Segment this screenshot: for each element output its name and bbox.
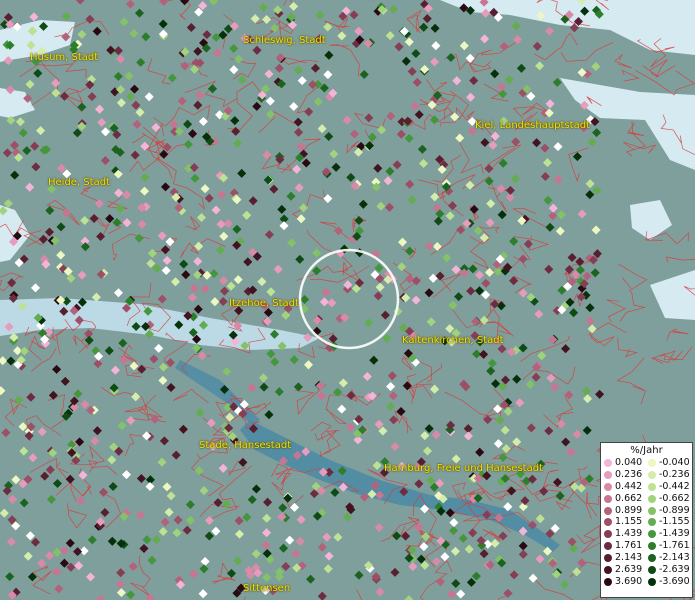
legend-item: 2.143 [604, 552, 648, 564]
legend-label: 3.690 [615, 575, 643, 587]
legend-label: -1.761 [659, 540, 690, 552]
legend-label: -2.639 [659, 564, 690, 576]
legend-item: -3.690 [648, 576, 692, 588]
legend-swatch [604, 530, 612, 539]
place-label-schleswig: Schleswig, Stadt [243, 35, 326, 46]
legend-item: 3.690 [604, 576, 648, 588]
legend-swatch [648, 565, 656, 574]
place-label-heide: Heide, Stadt [48, 177, 110, 188]
legend-item: -1.761 [648, 540, 692, 552]
selection-overlay [298, 248, 400, 350]
place-label-hamburg: Hamburg, Freie und Hansestadt [384, 463, 543, 474]
legend-swatch [648, 482, 656, 491]
legend-item: 0.442 [604, 481, 648, 493]
legend-label: 1.439 [615, 528, 643, 540]
legend-label: -0.899 [659, 504, 690, 516]
search-radius-circle [298, 248, 400, 350]
place-label-husum: Husum, Stadt [30, 52, 99, 63]
legend-positive-column: 0.040 0.236 0.442 0.662 0.899 1.155 1.439 1.761… [604, 457, 648, 588]
legend-label: 0.236 [615, 468, 643, 480]
legend-swatch [604, 494, 612, 503]
legend-swatch [604, 542, 612, 551]
legend-item: 1.439 [604, 528, 648, 540]
legend-swatch [648, 458, 656, 467]
legend-swatch [604, 565, 612, 574]
legend-swatch [604, 470, 612, 479]
legend-negative-column: -0.040 -0.236 -0.442 -0.662 -0.899 -1.155 -1.4… [648, 457, 692, 588]
legend-item: 0.662 [604, 493, 648, 505]
legend-item: -0.236 [648, 469, 692, 481]
legend: %/Jahr 0.040 0.236 0.442 0.662 0.899 1.155 1.4… [600, 442, 693, 598]
legend-label: -0.662 [659, 492, 690, 504]
legend-swatch [604, 482, 612, 491]
legend-label: 0.899 [615, 504, 643, 516]
legend-item: -0.442 [648, 481, 692, 493]
legend-item: -1.439 [648, 528, 692, 540]
legend-swatch [648, 470, 656, 479]
legend-label: -1.155 [659, 516, 690, 528]
legend-swatch [648, 494, 656, 503]
legend-label: -1.439 [659, 528, 690, 540]
place-label-kaltenkirchen: Kaltenkirchen, Stadt [402, 335, 504, 346]
legend-label: 2.639 [615, 564, 643, 576]
place-label-itzehoe: Itzehoe, Stadt [229, 298, 299, 309]
legend-label: 0.040 [615, 457, 643, 468]
legend-label: 0.442 [615, 480, 643, 492]
legend-title: %/Jahr [630, 445, 663, 456]
place-label-kiel: Kiel, Landeshauptstadt [475, 120, 590, 131]
legend-item: -0.040 [648, 457, 692, 469]
legend-swatch [604, 577, 612, 586]
legend-item: -0.899 [648, 505, 692, 517]
legend-swatch [604, 458, 612, 467]
legend-swatch [648, 506, 656, 515]
legend-swatch [648, 554, 656, 563]
legend-label: 1.761 [615, 540, 643, 552]
legend-item: 2.639 [604, 564, 648, 576]
place-label-stade: Stade, Hansestadt [199, 440, 292, 451]
legend-item: 0.236 [604, 469, 648, 481]
legend-swatch [604, 554, 612, 563]
legend-item: -2.639 [648, 564, 692, 576]
legend-item: -1.155 [648, 516, 692, 528]
legend-label: -0.040 [659, 457, 690, 468]
legend-item: 1.155 [604, 516, 648, 528]
legend-item: 0.040 [604, 457, 648, 469]
legend-swatch [604, 518, 612, 527]
legend-swatch [604, 506, 612, 515]
legend-swatch [648, 542, 656, 551]
legend-swatch [648, 518, 656, 527]
place-label-sittensen: Sittensen [243, 583, 291, 594]
map-view[interactable]: Husum, Stadt Schleswig, Stadt Kiel, Land… [0, 0, 695, 600]
legend-label: -3.690 [659, 575, 690, 587]
legend-item: 0.899 [604, 505, 648, 517]
legend-label: 2.143 [615, 552, 643, 564]
legend-item: -2.143 [648, 552, 692, 564]
legend-label: -0.442 [659, 480, 690, 492]
legend-label: -0.236 [659, 468, 690, 480]
legend-label: -2.143 [659, 552, 690, 564]
legend-label: 1.155 [615, 516, 643, 528]
legend-item: -0.662 [648, 493, 692, 505]
legend-item: 1.761 [604, 540, 648, 552]
legend-swatch [648, 577, 656, 586]
legend-swatch [648, 530, 656, 539]
legend-label: 0.662 [615, 492, 643, 504]
